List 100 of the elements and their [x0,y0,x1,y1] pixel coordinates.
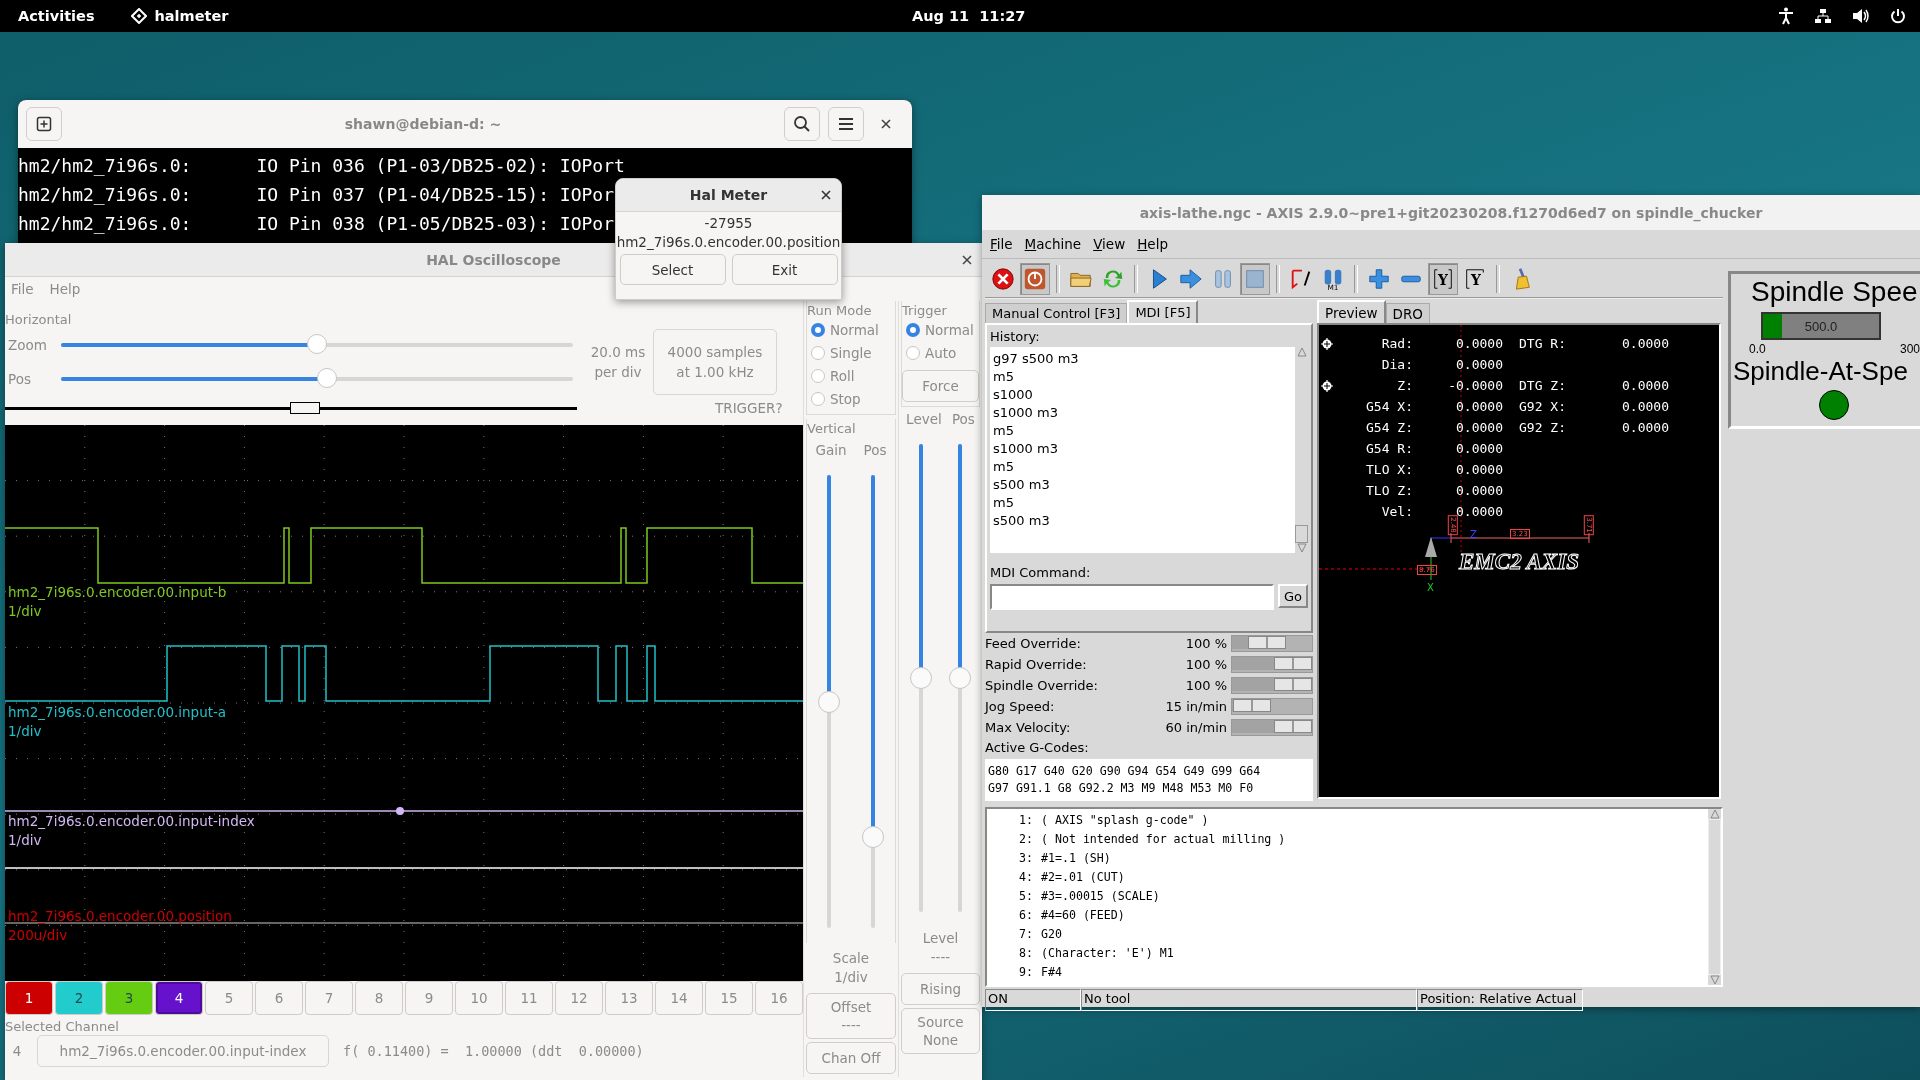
search-icon [793,115,811,133]
spindle-speed-label: Spindle Spee [1750,276,1919,308]
spindle-speed-value: 500.0 [1804,318,1838,334]
slider-label: Pos [951,411,975,427]
code-line: ( Not intended for actual milling ) [1041,831,1286,848]
go-button[interactable]: Go [1278,584,1308,608]
homed-icon [1321,337,1333,350]
history-item[interactable]: s1000 [993,386,1292,404]
diamond-icon [130,8,147,24]
line-number: 8: [1018,945,1033,962]
network-icon[interactable] [1814,8,1832,24]
tab[interactable]: MDI [F5] [1127,300,1199,323]
trace-label: hm2_7i96s.0.encoder.00.position [8,908,232,924]
history-item[interactable]: m5 [993,368,1292,386]
override-label: Feed Override: [985,636,1082,651]
channel-button[interactable]: 4 [155,981,203,1015]
mdi-command-field[interactable] [990,584,1274,610]
power-button[interactable] [1020,263,1050,295]
window-title: HAL Oscilloscope [426,251,561,268]
app-menu[interactable]: halmeter [130,8,229,24]
line-number: 9: [1018,964,1033,981]
square-button[interactable] [1240,263,1270,295]
history-item[interactable]: s1000 m3 [993,404,1292,422]
menu-item[interactable]: View [1093,236,1126,252]
menu-item[interactable]: Machine [1024,236,1082,252]
menu-icon [838,117,854,131]
new-tab-button[interactable] [26,107,62,141]
history-item[interactable]: s500 m3 [993,476,1292,494]
channel-number: 4 [11,1043,23,1059]
tab[interactable]: Manual Control [F3] [985,303,1128,323]
override-slider[interactable] [1231,677,1313,694]
accessibility-icon[interactable] [1778,7,1794,25]
override-slider[interactable] [1231,656,1313,673]
scroll-down-icon[interactable] [1709,975,1720,985]
frame-legend: Vertical [807,421,895,436]
clock[interactable]: Aug 11 11:27 [912,8,1026,24]
axis-label: Z [1470,529,1477,540]
dro-label: DTG R: [1519,336,1566,351]
dro-label: G54 Z: [1365,419,1413,437]
slider-label: Level [906,411,942,427]
override-value: 60 in/min [1164,720,1227,735]
frame-legend: Trigger [902,303,979,318]
scale-readout: Scale 1/div [831,949,871,987]
x-axis-line [1430,537,1432,581]
history-item[interactable]: m5 [993,494,1292,512]
tab[interactable]: Preview [1317,300,1386,323]
dro-label: TLO X: [1365,461,1413,479]
trace-scale: 1/div [8,723,42,739]
trigger-status: TRIGGER? [715,400,783,416]
scroll-thumb[interactable] [1295,525,1308,543]
value-readout: f( 0.11400) = 1.00000 (ddt 0.00000) [343,1043,644,1059]
history-item[interactable]: s1000 m3 [993,440,1292,458]
gcodes-label: Active G-Codes: [985,740,1090,755]
scroll-up-icon[interactable] [1296,347,1307,357]
override-slider[interactable] [1231,719,1313,736]
channel-button[interactable]: 1 [5,981,53,1015]
tab[interactable]: DRO [1385,303,1430,323]
window-title: shawn@debian-d: ~ [343,116,503,132]
activities-button[interactable]: Activities [18,8,95,24]
dialog-button[interactable]: Select [619,254,726,285]
search-button[interactable] [784,107,820,141]
scale-min: 0.0 [1749,342,1766,356]
scroll-down-icon[interactable] [1296,543,1307,553]
override-label: Spindle Override: [985,678,1099,693]
dro-value: 0.0000 [1455,461,1503,479]
volume-icon[interactable] [1852,8,1870,24]
close-icon[interactable] [821,190,831,200]
override-slider[interactable] [1231,635,1313,652]
meter-value: -27955 [704,215,753,231]
menu-button[interactable] [828,107,864,141]
line-number: 5: [1018,888,1033,905]
scroll-up-icon[interactable] [1709,809,1720,819]
line-number: 3: [1018,850,1033,867]
mdi-label: MDI Command: [990,565,1092,580]
homed-icon [1321,379,1333,392]
history-item[interactable]: m5 [993,422,1292,440]
dro-label: DTG Z: [1519,378,1566,393]
history-item[interactable]: s500 m3 [993,512,1292,530]
slider-label: Gain [815,442,847,458]
menu-item[interactable]: Help [1137,236,1168,252]
line-number: 2: [1018,831,1033,848]
close-icon[interactable] [962,254,972,265]
trace-point [396,807,404,815]
channel-button[interactable]: 2 [55,981,103,1015]
dro-value: 0.0000 [1622,420,1669,435]
history-list[interactable]: g97 s500 m3 m5 s1000 s1000 m3 m5 s1000 m3 m5 s500 m3 m5 s500 m3 [990,347,1308,553]
sample-rate-text: 4000 samples at 1.00 kHz [653,329,777,395]
dialog-button[interactable]: Exit [731,254,838,285]
power-icon[interactable] [1890,8,1906,24]
close-icon[interactable] [880,118,892,130]
terminal-line: hm2/hm2_7i96s.0: IO Pin 036 (P1-03/DB25-02): IOPort [18,154,625,178]
history-item[interactable]: m5 [993,458,1292,476]
frame-legend: Selected Channel [5,1019,803,1034]
code-line: #3=.00015 (SCALE) [1041,888,1160,905]
history-item[interactable]: g97 s500 m3 [993,350,1292,368]
gcodes-line: G97 G91.1 G8 G92.2 M3 M9 M48 M53 M0 F0 [988,780,1255,797]
trace-scale: 200u/div [8,927,68,943]
channel-button[interactable]: 3 [105,981,153,1015]
menu-item[interactable]: File [990,236,1013,252]
override-slider[interactable] [1231,698,1313,715]
